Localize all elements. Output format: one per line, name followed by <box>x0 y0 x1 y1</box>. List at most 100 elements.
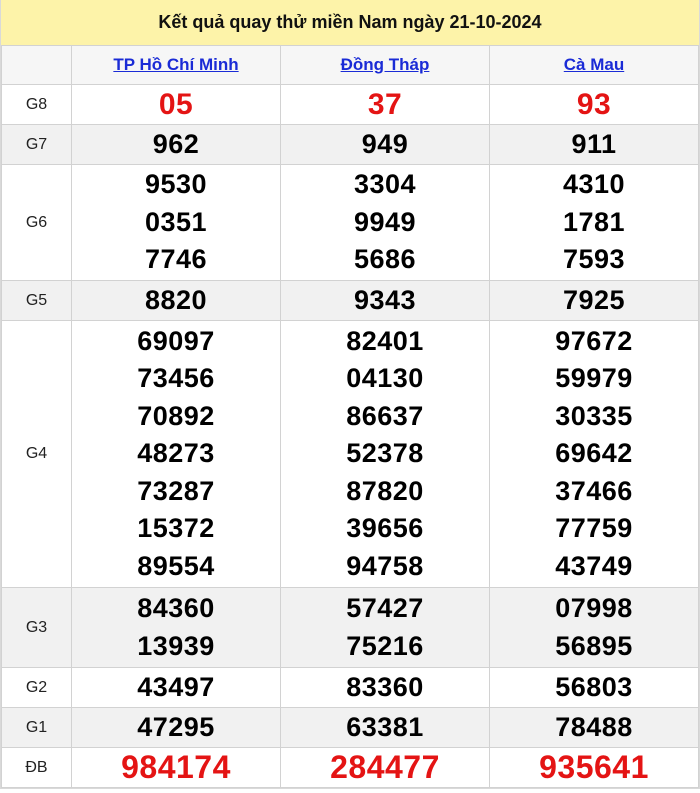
result-number: 4310 <box>562 169 626 200</box>
province-link-hcm[interactable]: TP Hồ Chí Minh <box>113 55 238 74</box>
result-cell: 9343 <box>280 280 490 321</box>
result-number: 83360 <box>346 671 424 702</box>
result-number: 37466 <box>555 475 633 506</box>
result-number: 9949 <box>353 206 417 237</box>
province-header: Cà Mau <box>489 45 699 85</box>
result-number: 94758 <box>346 550 424 581</box>
result-cell: 949 <box>280 124 490 165</box>
result-number: 7746 <box>144 244 208 275</box>
result-number: 63381 <box>346 711 424 742</box>
result-number: 15372 <box>137 513 215 544</box>
result-number: 911 <box>571 128 617 159</box>
result-cell: 56803 <box>489 667 699 708</box>
results-panel: Kết quả quay thử miền Nam ngày 21-10-202… <box>0 0 700 789</box>
result-number: 0351 <box>144 206 208 237</box>
prize-row-g5: G5 8820 9343 7925 <box>1 280 699 321</box>
result-number: 59979 <box>555 363 633 394</box>
prize-rows: G8 05 37 93 G7 962 949 911 G6 9530 0351 7746 3304 994… <box>1 84 699 788</box>
result-number: 5686 <box>353 244 417 275</box>
result-number: 87820 <box>346 475 424 506</box>
result-number: 75216 <box>346 630 424 661</box>
result-number: 37 <box>367 87 403 121</box>
result-number: 9530 <box>144 169 208 200</box>
prize-label: ĐB <box>1 747 72 788</box>
result-number: 07998 <box>555 593 633 623</box>
result-cell: 4310 1781 7593 <box>489 164 699 281</box>
result-cell: 84360 13939 <box>71 587 281 668</box>
result-number: 935641 <box>539 748 649 785</box>
result-number: 69097 <box>137 325 215 356</box>
prize-row-g2: G2 43497 83360 56803 <box>1 667 699 708</box>
result-number: 70892 <box>137 400 215 431</box>
result-number: 43497 <box>137 671 215 702</box>
result-number: 78488 <box>555 711 633 742</box>
result-cell: 284477 <box>280 747 490 788</box>
result-cell: 93 <box>489 84 699 125</box>
result-number: 86637 <box>346 400 424 431</box>
result-cell: 37 <box>280 84 490 125</box>
page-title: Kết quả quay thử miền Nam ngày 21-10-202… <box>1 0 699 45</box>
prize-row-g4: G4 69097 73456 70892 48273 73287 15372 89554 824… <box>1 320 699 588</box>
prize-label: G3 <box>1 587 72 668</box>
result-cell: 962 <box>71 124 281 165</box>
result-cell: 82401 04130 86637 52378 87820 39656 94758 <box>280 320 490 588</box>
prize-label: G5 <box>1 280 72 321</box>
province-header: Đồng Tháp <box>280 45 490 85</box>
result-number: 1781 <box>562 206 626 237</box>
result-number: 56803 <box>555 671 633 702</box>
result-number: 3304 <box>353 169 417 200</box>
province-link-dong-thap[interactable]: Đồng Tháp <box>341 55 430 74</box>
prize-row-g7: G7 962 949 911 <box>1 124 699 165</box>
result-cell: 47295 <box>71 707 281 748</box>
result-number: 97672 <box>555 325 633 356</box>
prize-row-g1: G1 47295 63381 78488 <box>1 707 699 748</box>
header-blank-cell <box>1 45 72 85</box>
result-number: 89554 <box>137 550 215 581</box>
result-number: 84360 <box>137 593 215 623</box>
result-cell: 83360 <box>280 667 490 708</box>
result-number: 73456 <box>137 363 215 394</box>
prize-label: G6 <box>1 164 72 281</box>
prize-label: G8 <box>1 84 72 125</box>
result-number: 43749 <box>555 550 633 581</box>
prize-row-g3: G3 84360 13939 57427 75216 07998 56895 <box>1 587 699 668</box>
result-cell: 07998 56895 <box>489 587 699 668</box>
province-link-ca-mau[interactable]: Cà Mau <box>564 55 624 74</box>
result-cell: 57427 75216 <box>280 587 490 668</box>
result-cell: 9530 0351 7746 <box>71 164 281 281</box>
result-cell: 8820 <box>71 280 281 321</box>
results-table: TP Hồ Chí Minh Đồng Tháp Cà Mau G8 05 37 93… <box>1 45 699 788</box>
result-cell: 69097 73456 70892 48273 73287 15372 89554 <box>71 320 281 588</box>
result-number: 73287 <box>137 475 215 506</box>
result-cell: 43497 <box>71 667 281 708</box>
prize-label: G4 <box>1 320 72 588</box>
prize-label: G2 <box>1 667 72 708</box>
result-number: 47295 <box>137 711 215 742</box>
result-number: 77759 <box>555 513 633 544</box>
result-number: 7925 <box>562 284 626 315</box>
prize-row-g6: G6 9530 0351 7746 3304 9949 5686 4310 1781 7593 <box>1 164 699 281</box>
result-cell: 911 <box>489 124 699 165</box>
result-cell: 7925 <box>489 280 699 321</box>
province-header: TP Hồ Chí Minh <box>71 45 281 85</box>
result-number: 949 <box>361 128 409 159</box>
result-number: 93 <box>576 87 612 121</box>
result-cell: 78488 <box>489 707 699 748</box>
result-number: 69642 <box>555 438 633 469</box>
result-number: 984174 <box>121 748 231 785</box>
result-number: 30335 <box>555 400 633 431</box>
result-number: 57427 <box>346 593 424 623</box>
result-cell: 05 <box>71 84 281 125</box>
prize-row-đb: ĐB 984174 284477 935641 <box>1 747 699 788</box>
result-cell: 935641 <box>489 747 699 788</box>
result-cell: 63381 <box>280 707 490 748</box>
result-number: 82401 <box>346 325 424 356</box>
result-cell: 984174 <box>71 747 281 788</box>
result-number: 284477 <box>330 748 440 785</box>
result-number: 56895 <box>555 630 633 661</box>
province-header-row: TP Hồ Chí Minh Đồng Tháp Cà Mau <box>1 45 699 85</box>
prize-label: G7 <box>1 124 72 165</box>
prize-row-g8: G8 05 37 93 <box>1 84 699 125</box>
result-number: 52378 <box>346 438 424 469</box>
result-number: 48273 <box>137 438 215 469</box>
